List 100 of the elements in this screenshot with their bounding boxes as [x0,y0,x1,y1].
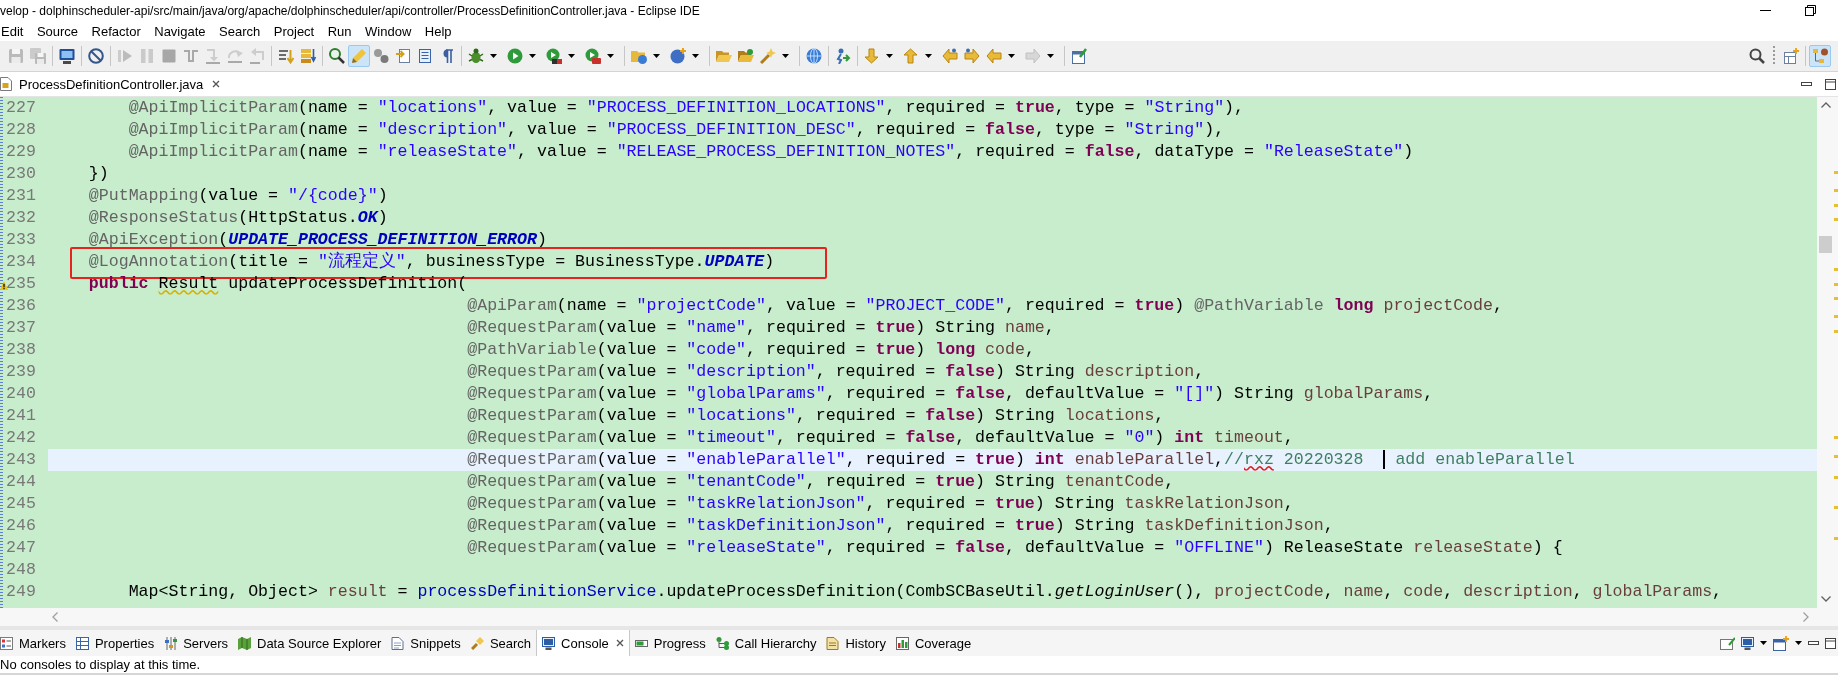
window-pencil-icon[interactable] [1720,636,1735,650]
menu-item[interactable]: Run [327,23,352,39]
monitor-icon [59,48,75,64]
menu-item[interactable]: Project [273,23,315,39]
menu-item[interactable]: Search [219,23,261,39]
code-line: @ApiException(UPDATE_PROCESS_DEFINITION_ERROR) [88,230,547,249]
document-icon [0,77,12,91]
dropdown-arrow-icon[interactable] [782,54,789,58]
dropdown-arrow-icon[interactable] [886,54,893,58]
table-icon [75,636,89,650]
panel-tab[interactable]: Search [465,630,537,656]
menu-item[interactable]: Navigate [154,23,206,39]
code-line: @RequestParam(value = "timeout", required = false, defaultValue = "0") int timeout, [467,428,1294,447]
dropdown-arrow-icon[interactable] [607,54,614,58]
line-number: 239 [6,361,36,383]
panel-tab[interactable]: Console [536,630,630,656]
magnifier-icon [329,48,345,64]
line-number: 249 [6,581,36,603]
play-circle-badge-icon [546,48,562,64]
dropdown-arrow-icon[interactable] [692,54,699,58]
dropdown-arrow-icon[interactable] [925,54,932,58]
close-icon[interactable] [615,639,624,647]
menu-item[interactable]: Source [36,23,79,39]
sliders-icon [164,636,178,650]
panel-tab[interactable]: Snippets [386,630,466,656]
document-lines-icon [417,48,433,64]
arrow-right-icon [964,48,980,64]
line-number: 227 [6,97,36,119]
line-number: 228 [6,119,36,141]
arrow-up-icon [903,48,919,64]
code-line: @RequestParam(value = "taskDefinitionJson", required = true) String taskDefinitionJson, [467,516,1334,535]
menu-item[interactable]: Help [424,23,452,39]
line-number: 246 [6,515,36,537]
chevron-left-icon[interactable] [52,612,58,622]
dropdown-arrow-icon[interactable] [490,54,497,58]
maximize-icon[interactable] [1825,78,1836,90]
code-line: @ApiImplicitParam(name = "locations", value = "PROCESS_DEFINITION_LOCATIONS", required = true, type = "String"), [128,98,1245,117]
scrollbar-thumb[interactable] [1819,236,1832,253]
code-line: @RequestParam(value = "enableParallel", required = true) int enableParallel,//rxz 20220328 [467,450,1365,469]
panel-tab[interactable]: Progress [629,630,711,656]
panel-tab[interactable]: Servers [159,630,233,656]
square-wave-icon [183,48,199,64]
play-circle-icon [507,48,523,64]
dropdown-arrow-icon[interactable] [1008,54,1015,58]
play-bar-icon [117,48,133,64]
menu-item[interactable]: Edit [1,23,24,39]
marker-pen-icon [351,48,367,64]
chevron-up-icon[interactable] [1820,102,1831,108]
chevron-down-icon[interactable] [1820,596,1831,602]
search-icon [1749,48,1765,64]
line-number: 244 [6,471,36,493]
line-number: 229 [6,141,36,163]
line-number: 242 [6,427,36,449]
code-line: @RequestParam(value = "taskRelationJson", required = true) String taskRelationJson, [467,494,1294,513]
restore-icon[interactable] [1805,5,1816,16]
panel-tab[interactable]: Properties [70,630,160,656]
monitor-icon[interactable] [1741,636,1754,650]
arrow-left-icon [986,48,1002,64]
line-number: 248 [6,559,36,581]
code-line: @ApiParam(name = "projectCode", value = "PROJECT_CODE", required = true) @PathVariable long projectCode, [467,296,1503,315]
dropdown-arrow-icon[interactable] [1760,641,1767,645]
toolbar-button[interactable] [85,45,107,67]
panel-tab[interactable]: Call Hierarchy [710,630,822,656]
tree-nodes-icon [1812,48,1828,64]
panel-tab[interactable]: Coverage [890,630,977,656]
dropdown-arrow-icon[interactable] [1795,641,1802,645]
dropdown-arrow-icon[interactable] [568,54,575,58]
chart-icon [895,636,909,650]
code-line: add enableParallel [1394,450,1575,469]
bent-arrow-icon [205,48,221,64]
dropdown-arrow-icon[interactable] [653,54,660,58]
window-plus-icon[interactable] [1773,635,1789,651]
line-number: 241 [6,405,36,427]
document-arrows-icon [395,48,411,64]
chevron-right-icon[interactable] [1803,612,1809,622]
code-line: @ResponseStatus(HttpStatus.OK) [88,208,388,227]
menu-item[interactable]: Window [365,23,412,39]
code-line: @RequestParam(value = "description", required = false) String description, [467,362,1205,381]
line-number: 234 [6,251,36,273]
panel-tab[interactable]: Data Source Explorer [233,630,387,656]
window-plus-icon [1783,48,1799,64]
menu-item[interactable]: Refactor [91,23,141,39]
close-icon[interactable] [212,80,221,88]
line-number: 236 [6,295,36,317]
tree-nodes-icon [715,636,729,650]
panel-tab[interactable]: Markers [0,630,71,656]
minimize-icon[interactable] [1808,641,1819,645]
dropdown-arrow-icon[interactable] [529,54,536,58]
line-number: 245 [6,493,36,515]
arrow-left-icon [942,48,958,64]
code-line: @RequestParam(value = "name", required = true) String name, [467,318,1055,337]
circles-icon [373,48,389,64]
minimize-icon[interactable] [1801,82,1812,86]
pause-icon [139,48,155,64]
maximize-icon[interactable] [1825,637,1836,649]
document-icon [826,636,840,650]
bent-arrow-icon [249,48,265,64]
panel-tab[interactable]: History [821,630,891,656]
crossed-circle-icon [88,48,104,64]
line-number: 240 [6,383,36,405]
